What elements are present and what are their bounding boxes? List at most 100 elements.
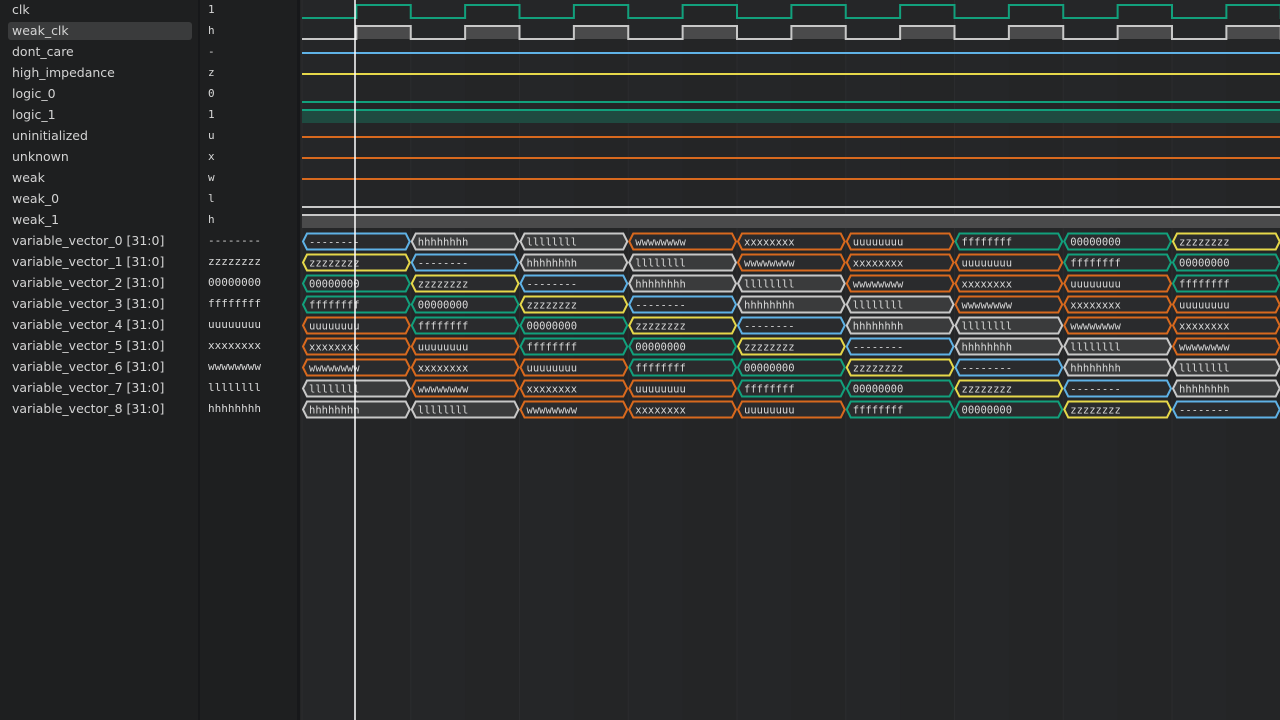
signal-name-uninitialized[interactable]: uninitialized xyxy=(8,127,192,145)
vector-segment-value: llllllll xyxy=(1179,363,1230,375)
weak-clk-high-fill xyxy=(791,26,846,39)
weak-clk-high-fill xyxy=(682,26,737,39)
vector-segment-value: wwwwwwww xyxy=(418,384,469,396)
vector-segment-value: llllllll xyxy=(962,321,1013,333)
signal-names-panel: clk weak_clk dont_care high_impedance logic_… xyxy=(0,0,198,720)
vector-segment-value: hhhhhhhh xyxy=(635,279,686,291)
vector-segment-value: 00000000 xyxy=(962,405,1013,417)
vector-segment-value: ffffffff xyxy=(853,405,904,417)
vector-segment-value: uuuuuuuu xyxy=(744,405,795,417)
vector-segment-value: 00000000 xyxy=(309,279,360,291)
signal-value-variable_vector_0: -------- xyxy=(208,234,261,247)
vector-segment-value: uuuuuuuu xyxy=(1070,279,1121,291)
signal-value-variable_vector_8: hhhhhhhh xyxy=(208,402,261,415)
vector-segment-value: -------- xyxy=(635,300,686,312)
signal-name-clk[interactable]: clk xyxy=(8,1,192,19)
vector-segment-value: llllllll xyxy=(418,405,469,417)
signal-name-variable_vector_1[interactable]: variable_vector_1 [31:0] xyxy=(8,253,192,271)
signal-name-variable_vector_8[interactable]: variable_vector_8 [31:0] xyxy=(8,400,192,418)
signal-value-weak: w xyxy=(208,171,215,184)
vector-segment-value: xxxxxxxx xyxy=(309,342,360,354)
vector-segment-value: zzzzzzzz xyxy=(744,342,795,354)
signal-value-clk: 1 xyxy=(208,3,215,16)
vector-segment-value: xxxxxxxx xyxy=(1179,321,1230,333)
vector-segment-value: zzzzzzzz xyxy=(527,300,578,312)
signal-value-variable_vector_2: 00000000 xyxy=(208,276,261,289)
weak-clk-high-fill xyxy=(900,26,955,39)
signal-name-variable_vector_6[interactable]: variable_vector_6 [31:0] xyxy=(8,358,192,376)
signal-name-variable_vector_3[interactable]: variable_vector_3 [31:0] xyxy=(8,295,192,313)
vector-segment-value: uuuuuuuu xyxy=(853,237,904,249)
signal-value-unknown: x xyxy=(208,150,215,163)
signal-name-variable_vector_7[interactable]: variable_vector_7 [31:0] xyxy=(8,379,192,397)
vector-segment-value: xxxxxxxx xyxy=(527,384,578,396)
vector-segment-value: llllllll xyxy=(635,258,686,270)
vector-segment-value: wwwwwwww xyxy=(1070,321,1121,333)
vector-segment-value: hhhhhhhh xyxy=(527,258,578,270)
signal-name-high_impedance[interactable]: high_impedance xyxy=(8,64,192,82)
signal-value-variable_vector_3: ffffffff xyxy=(208,297,261,310)
vector-segment-value: xxxxxxxx xyxy=(853,258,904,270)
vector-segment-value: -------- xyxy=(744,321,795,333)
signal-value-weak_clk: h xyxy=(208,24,215,37)
vector-segment-value: uuuuuuuu xyxy=(635,384,686,396)
vector-segment-value: -------- xyxy=(309,237,360,249)
signal-name-dont_care[interactable]: dont_care xyxy=(8,43,192,61)
vector-segment-value: -------- xyxy=(853,342,904,354)
vector-segment-value: -------- xyxy=(962,363,1013,375)
vector-segment-value: zzzzzzzz xyxy=(635,321,686,333)
signal-name-weak[interactable]: weak xyxy=(8,169,192,187)
vector-segment-value: zzzzzzzz xyxy=(1070,405,1121,417)
vector-segment-value: uuuuuuuu xyxy=(962,258,1013,270)
weak-clk-high-fill xyxy=(573,26,629,39)
waveform-canvas[interactable]: -------- hhhhhhhh llllllll wwwwwwww xxxxxxxx… xyxy=(300,0,1280,720)
signal-name-weak_clk[interactable]: weak_clk xyxy=(8,22,192,40)
signal-value-logic_0: 0 xyxy=(208,87,215,100)
vector-segment-value: -------- xyxy=(527,279,578,291)
signal-name-variable_vector_4[interactable]: variable_vector_4 [31:0] xyxy=(8,316,192,334)
weak-clk-high-fill xyxy=(356,26,411,39)
vector-segment-value: ffffffff xyxy=(1179,279,1230,291)
vector-segment-value: wwwwwwww xyxy=(962,300,1013,312)
weak-clk-high-fill xyxy=(1008,26,1064,39)
vector-segment-value: wwwwwwww xyxy=(853,279,904,291)
vector-segment-value: zzzzzzzz xyxy=(962,384,1013,396)
signal-name-variable_vector_5[interactable]: variable_vector_5 [31:0] xyxy=(8,337,192,355)
signal-name-variable_vector_0[interactable]: variable_vector_0 [31:0] xyxy=(8,232,192,250)
signal-name-weak_1[interactable]: weak_1 xyxy=(8,211,192,229)
signal-value-variable_vector_4: uuuuuuuu xyxy=(208,318,261,331)
vector-segment-value: ffffffff xyxy=(309,300,360,312)
vector-segment-value: zzzzzzzz xyxy=(418,279,469,291)
vector-segment-value: wwwwwwww xyxy=(1179,342,1230,354)
signal-name-variable_vector_2[interactable]: variable_vector_2 [31:0] xyxy=(8,274,192,292)
weak-1-fill xyxy=(302,215,1280,228)
vector-segment-value: xxxxxxxx xyxy=(418,363,469,375)
vector-segment-value: ffffffff xyxy=(962,237,1013,249)
signal-name-unknown[interactable]: unknown xyxy=(8,148,192,166)
logic-1-fill xyxy=(302,110,1280,123)
signal-value-dont_care: - xyxy=(208,45,215,58)
waveform-viewer[interactable]: -------- hhhhhhhh llllllll wwwwwwww xxxxxxxx… xyxy=(300,0,1280,720)
signal-name-weak_0[interactable]: weak_0 xyxy=(8,190,192,208)
vector-segment-value: 00000000 xyxy=(1179,258,1230,270)
vector-segment-value: uuuuuuuu xyxy=(309,321,360,333)
signal-value-variable_vector_6: wwwwwwww xyxy=(208,360,261,373)
vector-segment-value: 00000000 xyxy=(1070,237,1121,249)
vector-segment-value: xxxxxxxx xyxy=(962,279,1013,291)
signal-value-variable_vector_7: llllllll xyxy=(208,381,261,394)
vector-segment-value: -------- xyxy=(1179,405,1230,417)
vector-segment-value: uuuuuuuu xyxy=(418,342,469,354)
weak-clk-high-fill xyxy=(1226,26,1280,39)
signal-value-high_impedance: z xyxy=(208,66,215,79)
vector-segment-value: llllllll xyxy=(744,279,795,291)
signal-name-logic_0[interactable]: logic_0 xyxy=(8,85,192,103)
vector-segment-value: hhhhhhhh xyxy=(1070,363,1121,375)
vector-segment-value: 00000000 xyxy=(744,363,795,375)
vector-segment-value: 00000000 xyxy=(635,342,686,354)
vector-segment-value: llllllll xyxy=(1070,342,1121,354)
signal-name-logic_1[interactable]: logic_1 xyxy=(8,106,192,124)
vector-segment-value: ffffffff xyxy=(418,321,469,333)
vector-segment-value: ffffffff xyxy=(1070,258,1121,270)
weak-clk-high-fill xyxy=(1117,26,1172,39)
vector-segment-value: wwwwwwww xyxy=(635,237,686,249)
